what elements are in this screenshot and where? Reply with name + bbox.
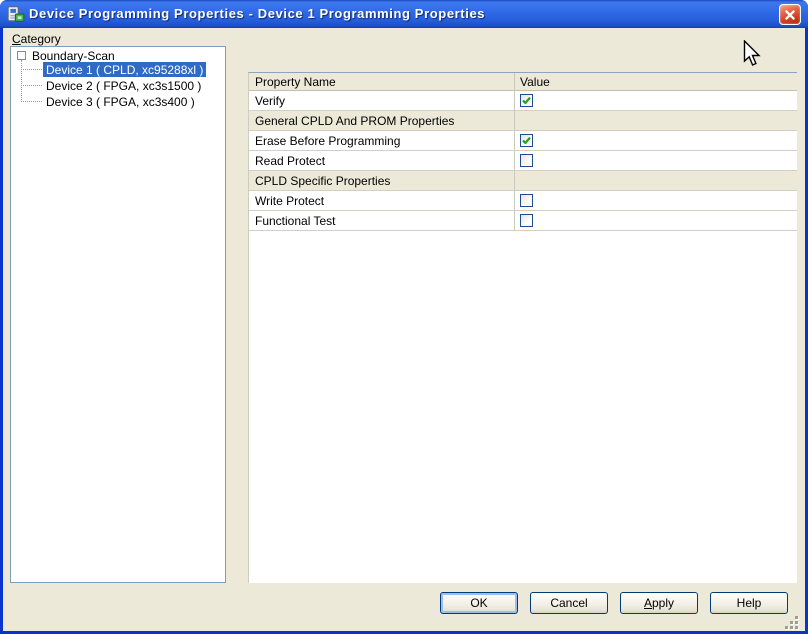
property-name: Functional Test [249, 211, 515, 230]
property-name: Write Protect [249, 191, 515, 210]
checkbox-functional-test[interactable] [520, 214, 533, 227]
category-tree-panel: Boundary-Scan Device 1 ( CPLD, xc95288xl… [10, 46, 226, 583]
minus-box-icon[interactable] [17, 51, 26, 60]
tree-connector-line [21, 101, 42, 102]
tree-connector-line [21, 60, 22, 102]
checkbox-erase-before-programming[interactable] [520, 134, 533, 147]
title-bar[interactable]: Device Programming Properties - Device 1… [0, 0, 808, 28]
apply-button[interactable]: Apply [620, 592, 698, 614]
table-header-row: Property Name Value [249, 73, 797, 91]
table-row-functional-test: Functional Test [249, 211, 797, 231]
tree-item-device-2[interactable]: Device 2 ( FPGA, xc3s1500 ) [43, 78, 204, 93]
menu-category-rest: ategory [21, 32, 61, 46]
resize-grip-icon[interactable] [785, 616, 800, 631]
table-row-erase-before-programming: Erase Before Programming [249, 131, 797, 151]
arrow-cursor-icon [743, 40, 762, 73]
dialog-window: Device Programming Properties - Device 1… [0, 0, 808, 634]
checkbox-read-protect[interactable] [520, 154, 533, 167]
tree-connector-line [21, 69, 42, 70]
properties-panel: Property Name Value Verify General CPLD … [248, 72, 797, 583]
check-icon [521, 95, 532, 106]
menu-category-accel: C [12, 32, 21, 46]
close-icon [784, 9, 796, 21]
section-title: CPLD Specific Properties [249, 171, 515, 190]
column-header-property-name: Property Name [249, 73, 515, 90]
property-name: Erase Before Programming [249, 131, 515, 150]
check-icon [521, 135, 532, 146]
ok-button[interactable]: OK [440, 592, 518, 614]
window-title: Device Programming Properties - Device 1… [29, 6, 485, 21]
device-programmer-icon [7, 5, 25, 23]
client-area: Category Boundary-Scan Device 1 ( CPLD, … [3, 28, 805, 631]
property-name: Verify [249, 91, 515, 110]
property-name: Read Protect [249, 151, 515, 170]
checkbox-write-protect[interactable] [520, 194, 533, 207]
cancel-button[interactable]: Cancel [530, 592, 608, 614]
table-row-read-protect: Read Protect [249, 151, 797, 171]
tree-connector-line [21, 85, 42, 86]
tree-item-device-3[interactable]: Device 3 ( FPGA, xc3s400 ) [43, 94, 198, 109]
help-button[interactable]: Help [710, 592, 788, 614]
table-row-write-protect: Write Protect [249, 191, 797, 211]
tree-item-device-1[interactable]: Device 1 ( CPLD, xc95288xl ) [43, 62, 206, 77]
table-row-section-cpld-specific: CPLD Specific Properties [249, 171, 797, 191]
table-row-verify: Verify [249, 91, 797, 111]
close-button[interactable] [779, 4, 801, 25]
table-row-section-general: General CPLD And PROM Properties [249, 111, 797, 131]
checkbox-verify[interactable] [520, 94, 533, 107]
section-title: General CPLD And PROM Properties [249, 111, 515, 130]
column-header-value: Value [515, 73, 797, 90]
